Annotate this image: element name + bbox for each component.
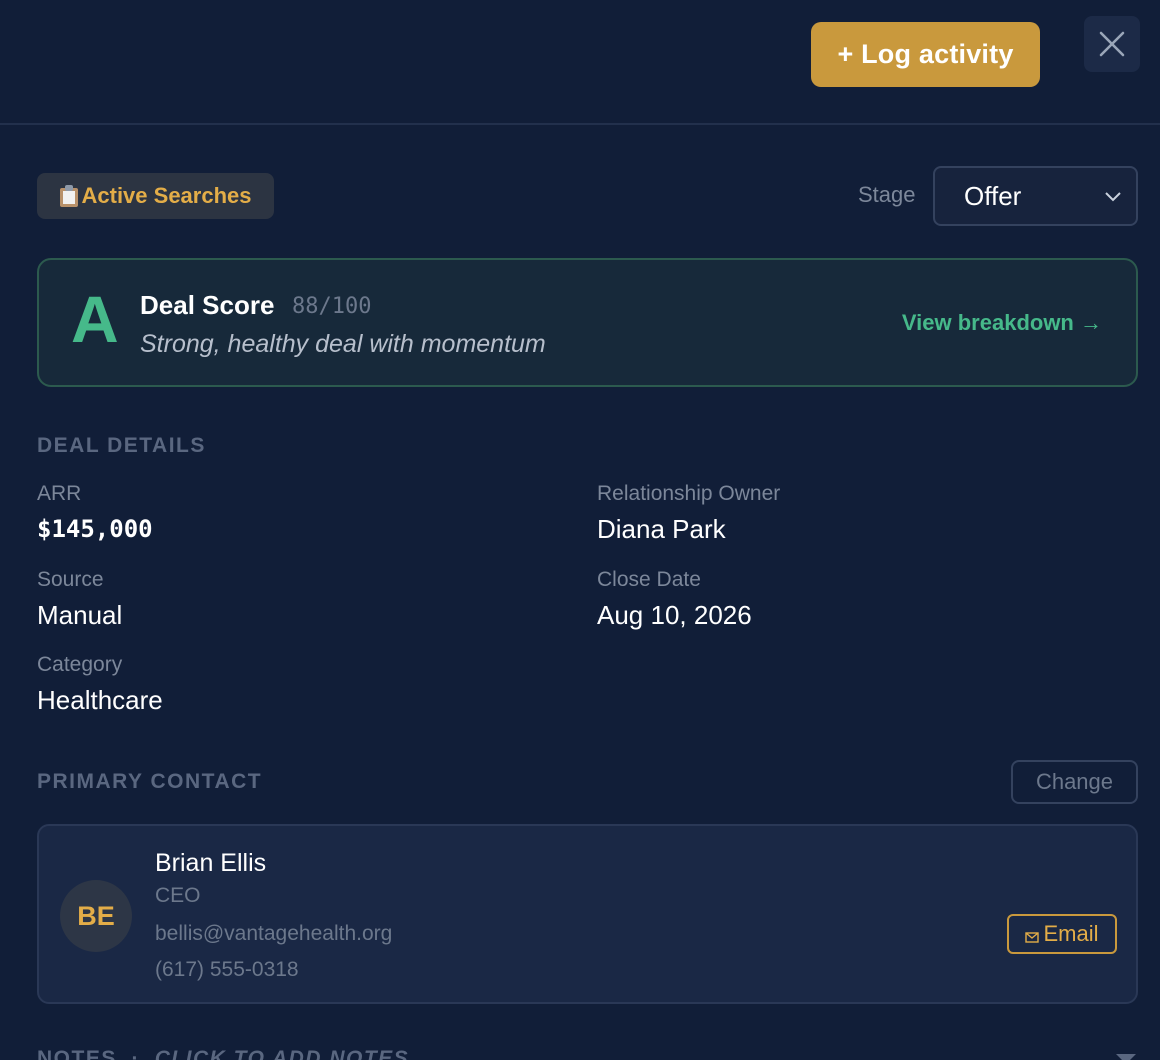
arr-value: $145,000 — [37, 515, 153, 543]
stage-selected-value: Offer — [964, 180, 1022, 211]
contact-email: bellis@vantagehealth.org — [155, 922, 393, 945]
pipeline-badge-label: Active Searches — [81, 183, 252, 208]
close-icon — [1099, 31, 1125, 57]
source-label: Source — [37, 568, 104, 591]
log-activity-button[interactable]: + Log activity — [811, 22, 1040, 87]
deal-score-value: 88/100 — [292, 294, 372, 319]
chevron-down-icon — [1105, 192, 1121, 202]
change-contact-button[interactable]: Change — [1011, 760, 1138, 804]
email-button[interactable]: Email — [1007, 914, 1117, 954]
close-date-label: Close Date — [597, 568, 701, 591]
clipboard-icon — [59, 185, 78, 207]
deal-grade: A — [71, 282, 119, 356]
view-breakdown-link[interactable]: View breakdown → — [902, 310, 1102, 336]
caret-down-icon[interactable] — [1116, 1054, 1136, 1060]
contact-card: BE Brian Ellis CEO bellis@vantagehealth.… — [37, 824, 1138, 1004]
deal-score-description: Strong, healthy deal with momentum — [140, 330, 546, 358]
notes-heading-label: NOTES — [37, 1047, 117, 1060]
contact-name: Brian Ellis — [155, 849, 267, 877]
category-label: Category — [37, 653, 123, 676]
pipeline-badge[interactable]: Active Searches — [37, 173, 274, 219]
category-value: Healthcare — [37, 685, 163, 715]
deal-score-card: A Deal Score 88/100 Strong, healthy deal… — [37, 258, 1138, 387]
source-value: Manual — [37, 600, 123, 630]
notes-hint: CLICK TO ADD NOTES — [154, 1047, 410, 1060]
contact-phone: (617) 555-0318 — [155, 958, 299, 981]
close-date-value: Aug 10, 2026 — [597, 600, 752, 630]
notes-heading[interactable]: NOTES · CLICK TO ADD NOTES — [37, 1047, 409, 1060]
close-button[interactable] — [1084, 16, 1140, 72]
primary-contact-heading: PRIMARY CONTACT — [37, 770, 263, 793]
panel-header: + Log activity — [0, 0, 1160, 125]
avatar: BE — [60, 880, 132, 952]
email-button-label: Email — [1043, 921, 1099, 946]
deal-details-heading: DEAL DETAILS — [37, 434, 206, 457]
relationship-owner-value: Diana Park — [597, 514, 726, 544]
contact-role: CEO — [155, 884, 201, 907]
deal-detail-panel: + Log activity Active Searches Stage Off… — [0, 0, 1160, 1060]
envelope-icon — [1025, 931, 1040, 943]
deal-score-title: Deal Score — [140, 290, 275, 320]
relationship-owner-label: Relationship Owner — [597, 482, 781, 505]
arr-label: ARR — [37, 482, 82, 505]
stage-select[interactable]: Offer — [933, 166, 1138, 226]
stage-label: Stage — [858, 182, 916, 207]
